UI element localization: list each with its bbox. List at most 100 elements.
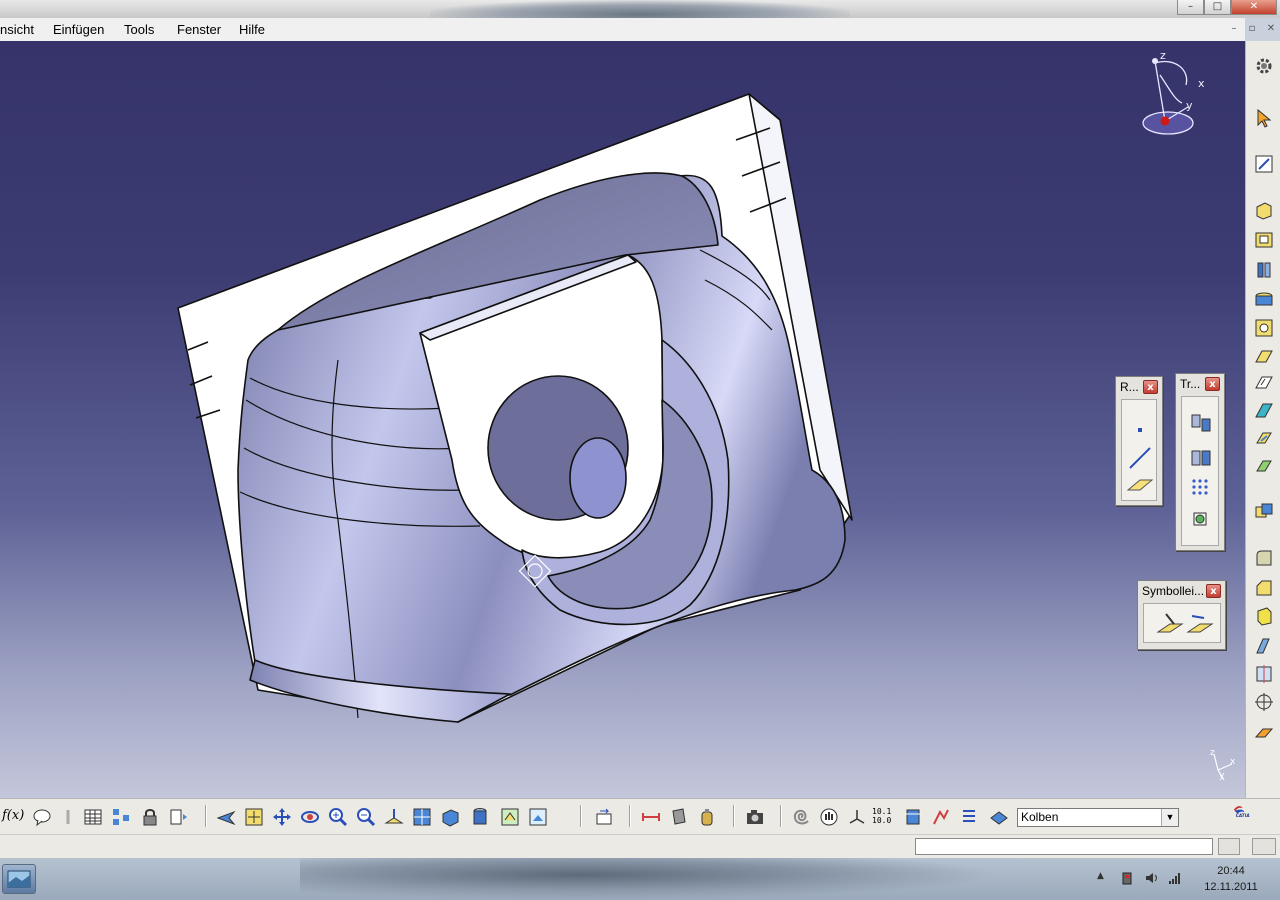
rotate-icon[interactable] [1191, 450, 1211, 466]
zoom-readout[interactable]: 10.1 10.0 [872, 807, 898, 829]
compass-handle [1160, 116, 1170, 126]
menu-einfuegen[interactable]: Einfügen [53, 22, 104, 37]
chamfer-icon[interactable] [1253, 577, 1275, 599]
line-icon[interactable] [1129, 447, 1151, 469]
toolbar-transform[interactable]: Tr... x [1175, 373, 1225, 551]
mdi-restore-button[interactable]: ▫ [1245, 22, 1259, 35]
toolbar-reference[interactable]: R... x [1115, 376, 1163, 506]
update-icon[interactable] [167, 806, 189, 828]
fit-all-icon[interactable] [243, 806, 265, 828]
pin-bore-hole-inner [569, 437, 627, 519]
plane-icon[interactable] [1126, 479, 1154, 491]
list-icon[interactable] [958, 806, 980, 828]
measure-icon[interactable] [1253, 721, 1275, 743]
menu-fenster[interactable]: Fenster [177, 22, 221, 37]
normal-view-icon[interactable] [383, 806, 405, 828]
window-close-button[interactable]: ✕ [1231, 0, 1277, 15]
thickness-icon[interactable] [1253, 635, 1275, 657]
multi-pad-icon[interactable] [1253, 427, 1275, 449]
solid-combine-icon[interactable] [1253, 399, 1275, 421]
clock-date: 12.11.2011 [1204, 881, 1258, 893]
rotate-view-icon[interactable] [299, 806, 321, 828]
shell-icon[interactable] [1253, 605, 1275, 627]
mass-icon[interactable] [696, 806, 718, 828]
piston-part[interactable] [177, 93, 853, 723]
mdi-minimize-button[interactable]: – [1227, 22, 1241, 35]
compass-arc-y [1159, 74, 1183, 104]
window-minimize-button[interactable]: – [1177, 0, 1204, 15]
toolbar-reference-body [1121, 399, 1157, 501]
mirror-icon[interactable] [1253, 663, 1275, 685]
knowledge-icon[interactable] [57, 806, 79, 828]
toolbar-reference-close[interactable]: x [1143, 380, 1158, 394]
spiral-icon[interactable] [790, 806, 812, 828]
command-input[interactable] [915, 838, 1213, 855]
hide-show-icon[interactable] [499, 806, 521, 828]
toolbar-transform-title: Tr... [1180, 377, 1201, 391]
pattern-icon[interactable] [1192, 479, 1208, 495]
sketcher-icon[interactable] [1253, 153, 1275, 175]
table-icon[interactable] [82, 806, 104, 828]
zoom-out-icon[interactable] [355, 806, 377, 828]
right-toolbar [1245, 41, 1280, 798]
shading-icon[interactable] [469, 806, 491, 828]
status-button-2[interactable] [1252, 838, 1276, 855]
formula-button[interactable]: f(x) [2, 808, 28, 830]
3d-viewport[interactable]: z x y z x y R... x Tr... x Symbollei... … [0, 41, 1245, 798]
measure-item-icon[interactable] [668, 806, 690, 828]
toolbar-symbols[interactable]: Symbollei... x [1137, 580, 1226, 650]
fillet-icon[interactable] [1253, 547, 1275, 569]
grab-hand-icon[interactable] [818, 806, 840, 828]
toolbar-transform-close[interactable]: x [1205, 377, 1220, 391]
iso-view-icon[interactable] [439, 806, 461, 828]
mdi-close-button[interactable]: ✕ [1264, 22, 1278, 35]
zoom-in-icon[interactable] [327, 806, 349, 828]
camera-icon[interactable] [744, 806, 766, 828]
positioned-sketch-icon[interactable] [1186, 615, 1214, 633]
toolbar-symbols-close[interactable]: x [1206, 584, 1221, 598]
view-compass[interactable]: z x y [1130, 45, 1210, 145]
layer-select[interactable]: Kolben ▼ [1017, 808, 1179, 827]
volume-icon[interactable] [1144, 871, 1158, 885]
taskbar-app-button[interactable] [2, 864, 36, 894]
draft-icon[interactable] [1253, 455, 1275, 477]
taskbar-clock[interactable]: 20:44 12.11.2011 [1196, 863, 1266, 895]
pan-icon[interactable] [271, 806, 293, 828]
point-icon[interactable] [1138, 428, 1142, 432]
hole-icon[interactable] [1253, 317, 1275, 339]
window-maximize-button[interactable]: □ [1204, 0, 1231, 15]
axis-icon[interactable] [846, 806, 868, 828]
groove-icon[interactable] [1253, 289, 1275, 311]
boolean-icon[interactable] [1253, 501, 1275, 523]
section-icon[interactable] [902, 806, 924, 828]
power-icon[interactable] [1120, 871, 1134, 885]
lock-icon[interactable] [139, 806, 161, 828]
speech-bubble-icon[interactable] [31, 806, 53, 828]
fly-mode-icon[interactable] [215, 806, 237, 828]
snap-icon[interactable] [930, 806, 952, 828]
measure-between-icon[interactable] [640, 806, 662, 828]
slot-icon[interactable] [1253, 371, 1275, 393]
pocket-icon[interactable] [1253, 229, 1275, 251]
status-button-1[interactable] [1218, 838, 1240, 855]
shaft-icon[interactable] [1253, 259, 1275, 281]
menu-ansicht[interactable]: nsicht [0, 22, 34, 37]
chevron-down-icon[interactable]: ▼ [1161, 809, 1178, 826]
translate-icon[interactable] [1191, 414, 1211, 432]
scale-icon[interactable] [1193, 512, 1207, 526]
layer-icon[interactable] [988, 806, 1010, 828]
network-signal-icon[interactable] [1168, 871, 1182, 885]
menu-hilfe[interactable]: Hilfe [239, 22, 265, 37]
select-arrow-icon[interactable] [1253, 107, 1275, 129]
menu-tools[interactable]: Tools [124, 22, 154, 37]
multi-view-icon[interactable] [411, 806, 433, 828]
exchange-icon[interactable] [593, 806, 615, 828]
tray-expand-icon[interactable]: ▲ [1097, 871, 1111, 885]
settings-gear-icon[interactable] [1253, 55, 1275, 77]
swap-space-icon[interactable] [527, 806, 549, 828]
pad-icon[interactable] [1253, 199, 1275, 221]
tree-icon[interactable] [110, 806, 132, 828]
rib-icon[interactable] [1253, 345, 1275, 367]
sketch-on-plane-icon[interactable] [1156, 613, 1184, 633]
axis-system-icon[interactable] [1253, 691, 1275, 713]
